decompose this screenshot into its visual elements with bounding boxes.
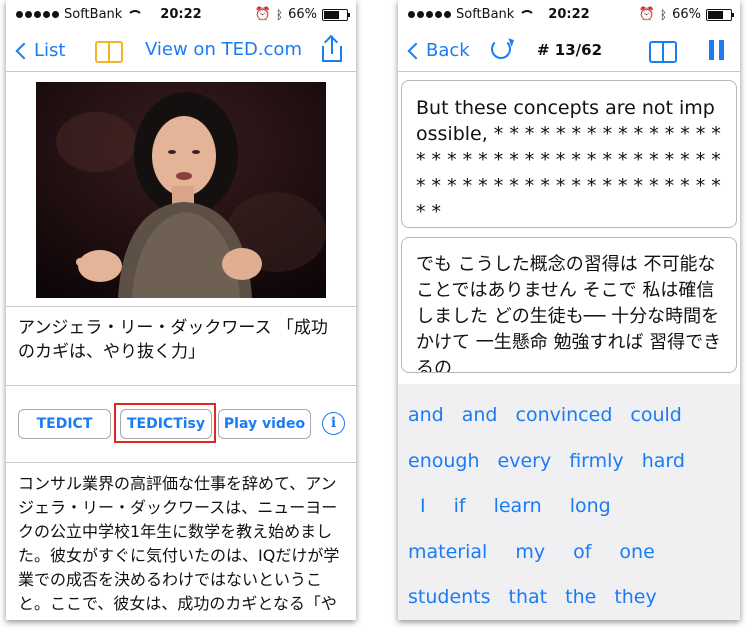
status-right: ⏰ ᛒ 66%: [638, 7, 734, 22]
word-choice[interactable]: if: [454, 495, 466, 517]
book-icon[interactable]: [94, 39, 124, 63]
word-choice[interactable]: of: [573, 541, 591, 563]
japanese-sentence-card[interactable]: でも こうした概念の習得は 不可能なことではありません そこで 私は確信しました…: [401, 237, 737, 373]
talk-description: コンサル業界の高評価な仕事を辞めて、アンジェラ・リー・ダックワースは、ニューヨー…: [18, 474, 340, 620]
word-choice[interactable]: could: [630, 404, 681, 426]
bluetooth-icon: ᛒ: [275, 7, 284, 22]
word-bank: and and convinced could enough every fir…: [398, 384, 740, 620]
word-choice[interactable]: I: [420, 495, 426, 517]
battery-percent: 66%: [288, 7, 317, 22]
word-choice[interactable]: that: [509, 586, 548, 608]
word-choice[interactable]: my: [515, 541, 545, 563]
word-choice[interactable]: and: [462, 404, 498, 426]
pause-icon[interactable]: [709, 40, 724, 60]
talk-detail-screen: SoftBank 20:22 ⏰ ᛒ 66% List View on TED.…: [6, 0, 356, 620]
battery-icon: [706, 8, 734, 21]
tedictisy-button[interactable]: TEDICTisy: [120, 409, 212, 439]
chevron-left-icon: [15, 42, 33, 59]
word-choice[interactable]: every: [498, 450, 552, 472]
divider: [6, 462, 356, 463]
speaker-photo: [36, 82, 326, 298]
word-choice[interactable]: convinced: [516, 404, 613, 426]
info-icon[interactable]: i: [322, 412, 345, 435]
talk-title: アンジェラ・リー・ダックワース 「成功のカギは、やり抜く力」: [18, 318, 328, 362]
word-choice[interactable]: enough: [408, 450, 480, 472]
status-bar: SoftBank 20:22 ⏰ ᛒ 66%: [398, 0, 740, 30]
english-sentence-card: But these concepts are not impossible, *…: [401, 80, 737, 228]
word-choice[interactable]: and: [408, 404, 444, 426]
word-choice[interactable]: material: [408, 541, 487, 563]
battery-percent: 66%: [672, 7, 701, 22]
word-choice[interactable]: learn: [494, 495, 542, 517]
word-row: and and convinced could: [408, 404, 734, 450]
sentence-counter: # 13/62: [537, 41, 603, 59]
word-choice[interactable]: the: [565, 586, 596, 608]
share-icon[interactable]: [322, 34, 342, 62]
divider: [6, 306, 356, 307]
english-sentence: But these concepts are not impossible, *…: [416, 97, 721, 223]
chevron-left-icon: [407, 42, 425, 59]
word-choice[interactable]: firmly: [569, 450, 623, 472]
word-row: I if learn long: [408, 495, 734, 541]
list-button[interactable]: List: [14, 40, 65, 61]
status-bar: SoftBank 20:22 ⏰ ᛒ 66%: [6, 0, 356, 30]
back-button[interactable]: Back: [406, 40, 470, 61]
battery-icon: [322, 8, 350, 21]
bluetooth-icon: ᛒ: [659, 7, 668, 22]
japanese-sentence: でも こうした概念の習得は 不可能なことではありません そこで 私は確信しました…: [416, 254, 722, 373]
divider: [6, 385, 356, 386]
refresh-icon[interactable]: [491, 39, 511, 59]
dictation-screen: SoftBank 20:22 ⏰ ᛒ 66% Back # 13/62 But …: [398, 0, 740, 620]
status-right: ⏰ ᛒ 66%: [254, 7, 350, 22]
word-row: material my of one: [408, 541, 734, 587]
nav-bar: List View on TED.com: [6, 30, 356, 72]
nav-bar: Back # 13/62: [398, 30, 740, 72]
play-video-button[interactable]: Play video: [218, 409, 311, 439]
word-choice[interactable]: one: [619, 541, 654, 563]
word-row: enough every firmly hard: [408, 450, 734, 496]
alarm-icon: ⏰: [638, 7, 655, 22]
back-button-label: Back: [426, 40, 470, 61]
book-icon[interactable]: [648, 39, 678, 63]
alarm-icon: ⏰: [254, 7, 271, 22]
view-on-ted-link[interactable]: View on TED.com: [145, 39, 302, 60]
tedict-button[interactable]: TEDICT: [18, 409, 111, 439]
list-button-label: List: [34, 40, 66, 61]
word-choice[interactable]: students: [408, 586, 491, 608]
word-row: students that the they: [408, 586, 734, 620]
word-choice[interactable]: they: [614, 586, 656, 608]
word-choice[interactable]: long: [570, 495, 611, 517]
word-choice[interactable]: hard: [642, 450, 685, 472]
